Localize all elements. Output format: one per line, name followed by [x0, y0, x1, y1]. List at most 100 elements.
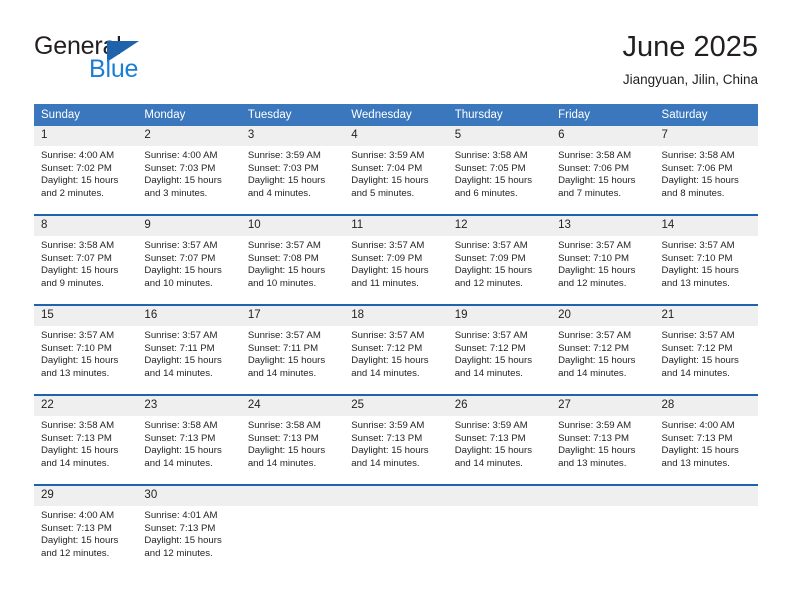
sunset-text: Sunset: 7:10 PM	[41, 342, 112, 354]
page-title: June 2025	[622, 31, 758, 63]
day-cell[interactable]: 9 Sunrise: 3:57 AM Sunset: 7:07 PM Dayli…	[137, 214, 241, 305]
day-cell[interactable]: 21 Sunrise: 3:57 AM Sunset: 7:12 PM Dayl…	[654, 304, 758, 395]
day-info: Sunrise: 3:57 AM Sunset: 7:12 PM Dayligh…	[344, 326, 447, 380]
day-number: 4	[344, 126, 448, 146]
day-cell[interactable]: 3 Sunrise: 3:59 AM Sunset: 7:03 PM Dayli…	[240, 126, 345, 215]
day-info: Sunrise: 3:59 AM Sunset: 7:13 PM Dayligh…	[551, 416, 654, 470]
day-cell[interactable]: 24 Sunrise: 3:58 AM Sunset: 7:13 PM Dayl…	[240, 394, 345, 485]
daylight-text-line2: and 8 minutes.	[661, 187, 725, 199]
day-cell[interactable]: 1 Sunrise: 4:00 AM Sunset: 7:02 PM Dayli…	[34, 126, 138, 215]
day-cell[interactable]: 28 Sunrise: 4:00 AM Sunset: 7:13 PM Dayl…	[654, 394, 758, 485]
daylight-text-line2: and 14 minutes.	[144, 367, 213, 379]
sunset-text: Sunset: 7:10 PM	[558, 252, 630, 264]
page-subtitle-location: Jiangyuan, Jilin, China	[622, 72, 758, 87]
day-cell[interactable]: 18 Sunrise: 3:57 AM Sunset: 7:12 PM Dayl…	[344, 304, 448, 395]
sunset-text: Sunset: 7:13 PM	[558, 432, 630, 444]
calendar-week-row: 8 Sunrise: 3:58 AM Sunset: 7:07 PM Dayli…	[34, 214, 758, 305]
weekday-header-saturday: Saturday	[654, 104, 758, 126]
daylight-text-line2: and 14 minutes.	[454, 457, 523, 469]
day-number: 7	[654, 126, 758, 146]
day-cell-empty	[240, 484, 345, 574]
sunrise-text: Sunrise: 3:58 AM	[144, 420, 218, 431]
sunset-text: Sunset: 7:12 PM	[558, 342, 630, 354]
day-cell[interactable]: 27 Sunrise: 3:59 AM Sunset: 7:13 PM Dayl…	[551, 394, 655, 485]
daylight-text-line2: and 12 minutes.	[558, 277, 627, 289]
day-cell[interactable]: 14 Sunrise: 3:57 AM Sunset: 7:10 PM Dayl…	[654, 214, 758, 305]
day-cell[interactable]: 19 Sunrise: 3:57 AM Sunset: 7:12 PM Dayl…	[447, 304, 552, 395]
sunrise-text: Sunrise: 3:57 AM	[41, 330, 115, 341]
day-cell[interactable]: 12 Sunrise: 3:57 AM Sunset: 7:09 PM Dayl…	[447, 214, 552, 305]
day-info: Sunrise: 4:01 AM Sunset: 7:13 PM Dayligh…	[137, 506, 240, 560]
day-info: Sunrise: 3:58 AM Sunset: 7:13 PM Dayligh…	[34, 416, 137, 470]
day-cell[interactable]: 4 Sunrise: 3:59 AM Sunset: 7:04 PM Dayli…	[344, 126, 448, 215]
sunrise-text: Sunrise: 3:57 AM	[454, 330, 528, 341]
day-info: Sunrise: 3:57 AM Sunset: 7:12 PM Dayligh…	[655, 326, 758, 380]
daylight-text-line1: Daylight: 15 hours	[144, 265, 222, 277]
sunrise-text: Sunrise: 3:57 AM	[558, 330, 632, 341]
daylight-text-line2: and 14 minutes.	[558, 367, 627, 379]
day-cell[interactable]: 7 Sunrise: 3:58 AM Sunset: 7:06 PM Dayli…	[654, 126, 758, 215]
daylight-text-line1: Daylight: 15 hours	[41, 535, 119, 547]
day-info: Sunrise: 3:58 AM Sunset: 7:05 PM Dayligh…	[448, 146, 551, 200]
day-cell[interactable]: 6 Sunrise: 3:58 AM Sunset: 7:06 PM Dayli…	[551, 126, 655, 215]
sunset-text: Sunset: 7:13 PM	[41, 522, 112, 534]
general-blue-logo[interactable]: General Blue	[34, 32, 214, 90]
day-cell[interactable]: 25 Sunrise: 3:59 AM Sunset: 7:13 PM Dayl…	[344, 394, 448, 485]
day-cell[interactable]: 30 Sunrise: 4:01 AM Sunset: 7:13 PM Dayl…	[137, 484, 241, 574]
day-number: 12	[447, 216, 552, 236]
sunset-text: Sunset: 7:03 PM	[144, 162, 216, 174]
day-cell[interactable]: 23 Sunrise: 3:58 AM Sunset: 7:13 PM Dayl…	[137, 394, 241, 485]
daylight-text-line1: Daylight: 15 hours	[144, 355, 222, 367]
daylight-text-line1: Daylight: 15 hours	[454, 265, 533, 277]
daylight-text-line1: Daylight: 15 hours	[558, 355, 636, 367]
daylight-text-line1: Daylight: 15 hours	[558, 265, 636, 277]
day-cell[interactable]: 5 Sunrise: 3:58 AM Sunset: 7:05 PM Dayli…	[447, 126, 552, 215]
day-cell[interactable]: 17 Sunrise: 3:57 AM Sunset: 7:11 PM Dayl…	[240, 304, 345, 395]
day-cell[interactable]: 10 Sunrise: 3:57 AM Sunset: 7:08 PM Dayl…	[240, 214, 345, 305]
calendar-header-row: Sunday Monday Tuesday Wednesday Thursday…	[34, 104, 758, 126]
day-info: Sunrise: 3:58 AM Sunset: 7:13 PM Dayligh…	[137, 416, 240, 470]
day-cell[interactable]: 16 Sunrise: 3:57 AM Sunset: 7:11 PM Dayl…	[137, 304, 241, 395]
day-info	[655, 506, 758, 510]
day-number: 18	[344, 306, 448, 326]
title-block: June 2025 Jiangyuan, Jilin, China	[623, 30, 758, 90]
sunset-text: Sunset: 7:06 PM	[661, 162, 733, 174]
day-number: 17	[240, 306, 345, 326]
daylight-text-line2: and 13 minutes.	[558, 457, 627, 469]
weekday-header-friday: Friday	[551, 104, 655, 126]
sunrise-text: Sunrise: 3:58 AM	[41, 420, 115, 431]
daylight-text-line1: Daylight: 15 hours	[351, 175, 429, 187]
sunrise-text: Sunrise: 4:00 AM	[144, 150, 218, 161]
sunset-text: Sunset: 7:06 PM	[558, 162, 630, 174]
daylight-text-line1: Daylight: 15 hours	[454, 175, 533, 187]
day-cell[interactable]: 29 Sunrise: 4:00 AM Sunset: 7:13 PM Dayl…	[34, 484, 138, 574]
day-cell[interactable]: 8 Sunrise: 3:58 AM Sunset: 7:07 PM Dayli…	[34, 214, 138, 305]
day-cell[interactable]: 13 Sunrise: 3:57 AM Sunset: 7:10 PM Dayl…	[551, 214, 655, 305]
day-cell[interactable]: 15 Sunrise: 3:57 AM Sunset: 7:10 PM Dayl…	[34, 304, 138, 395]
day-number: 30	[137, 486, 241, 506]
calendar-week-row: 22 Sunrise: 3:58 AM Sunset: 7:13 PM Dayl…	[34, 394, 758, 485]
day-info: Sunrise: 3:57 AM Sunset: 7:08 PM Dayligh…	[241, 236, 344, 290]
calendar-week-row: 29 Sunrise: 4:00 AM Sunset: 7:13 PM Dayl…	[34, 484, 758, 574]
daylight-text-line1: Daylight: 15 hours	[247, 175, 326, 187]
day-info: Sunrise: 3:58 AM Sunset: 7:06 PM Dayligh…	[551, 146, 654, 200]
day-info: Sunrise: 3:57 AM Sunset: 7:12 PM Dayligh…	[448, 326, 551, 380]
sunrise-text: Sunrise: 3:57 AM	[351, 240, 425, 251]
day-number: 22	[34, 396, 138, 416]
day-cell[interactable]: 2 Sunrise: 4:00 AM Sunset: 7:03 PM Dayli…	[137, 126, 241, 215]
day-cell[interactable]: 11 Sunrise: 3:57 AM Sunset: 7:09 PM Dayl…	[344, 214, 448, 305]
day-cell[interactable]: 26 Sunrise: 3:59 AM Sunset: 7:13 PM Dayl…	[447, 394, 552, 485]
weekday-header-monday: Monday	[137, 104, 241, 126]
sunset-text: Sunset: 7:12 PM	[661, 342, 733, 354]
sunrise-text: Sunrise: 3:58 AM	[41, 240, 115, 251]
day-number: 11	[344, 216, 448, 236]
day-info: Sunrise: 3:59 AM Sunset: 7:13 PM Dayligh…	[344, 416, 447, 470]
sunrise-text: Sunrise: 3:57 AM	[558, 240, 632, 251]
day-info: Sunrise: 3:58 AM Sunset: 7:13 PM Dayligh…	[241, 416, 344, 470]
day-info: Sunrise: 3:57 AM Sunset: 7:12 PM Dayligh…	[551, 326, 654, 380]
day-number: 13	[551, 216, 655, 236]
daylight-text-line1: Daylight: 15 hours	[351, 445, 429, 457]
day-cell[interactable]: 20 Sunrise: 3:57 AM Sunset: 7:12 PM Dayl…	[551, 304, 655, 395]
day-number: 6	[551, 126, 655, 146]
day-cell[interactable]: 22 Sunrise: 3:58 AM Sunset: 7:13 PM Dayl…	[34, 394, 138, 485]
